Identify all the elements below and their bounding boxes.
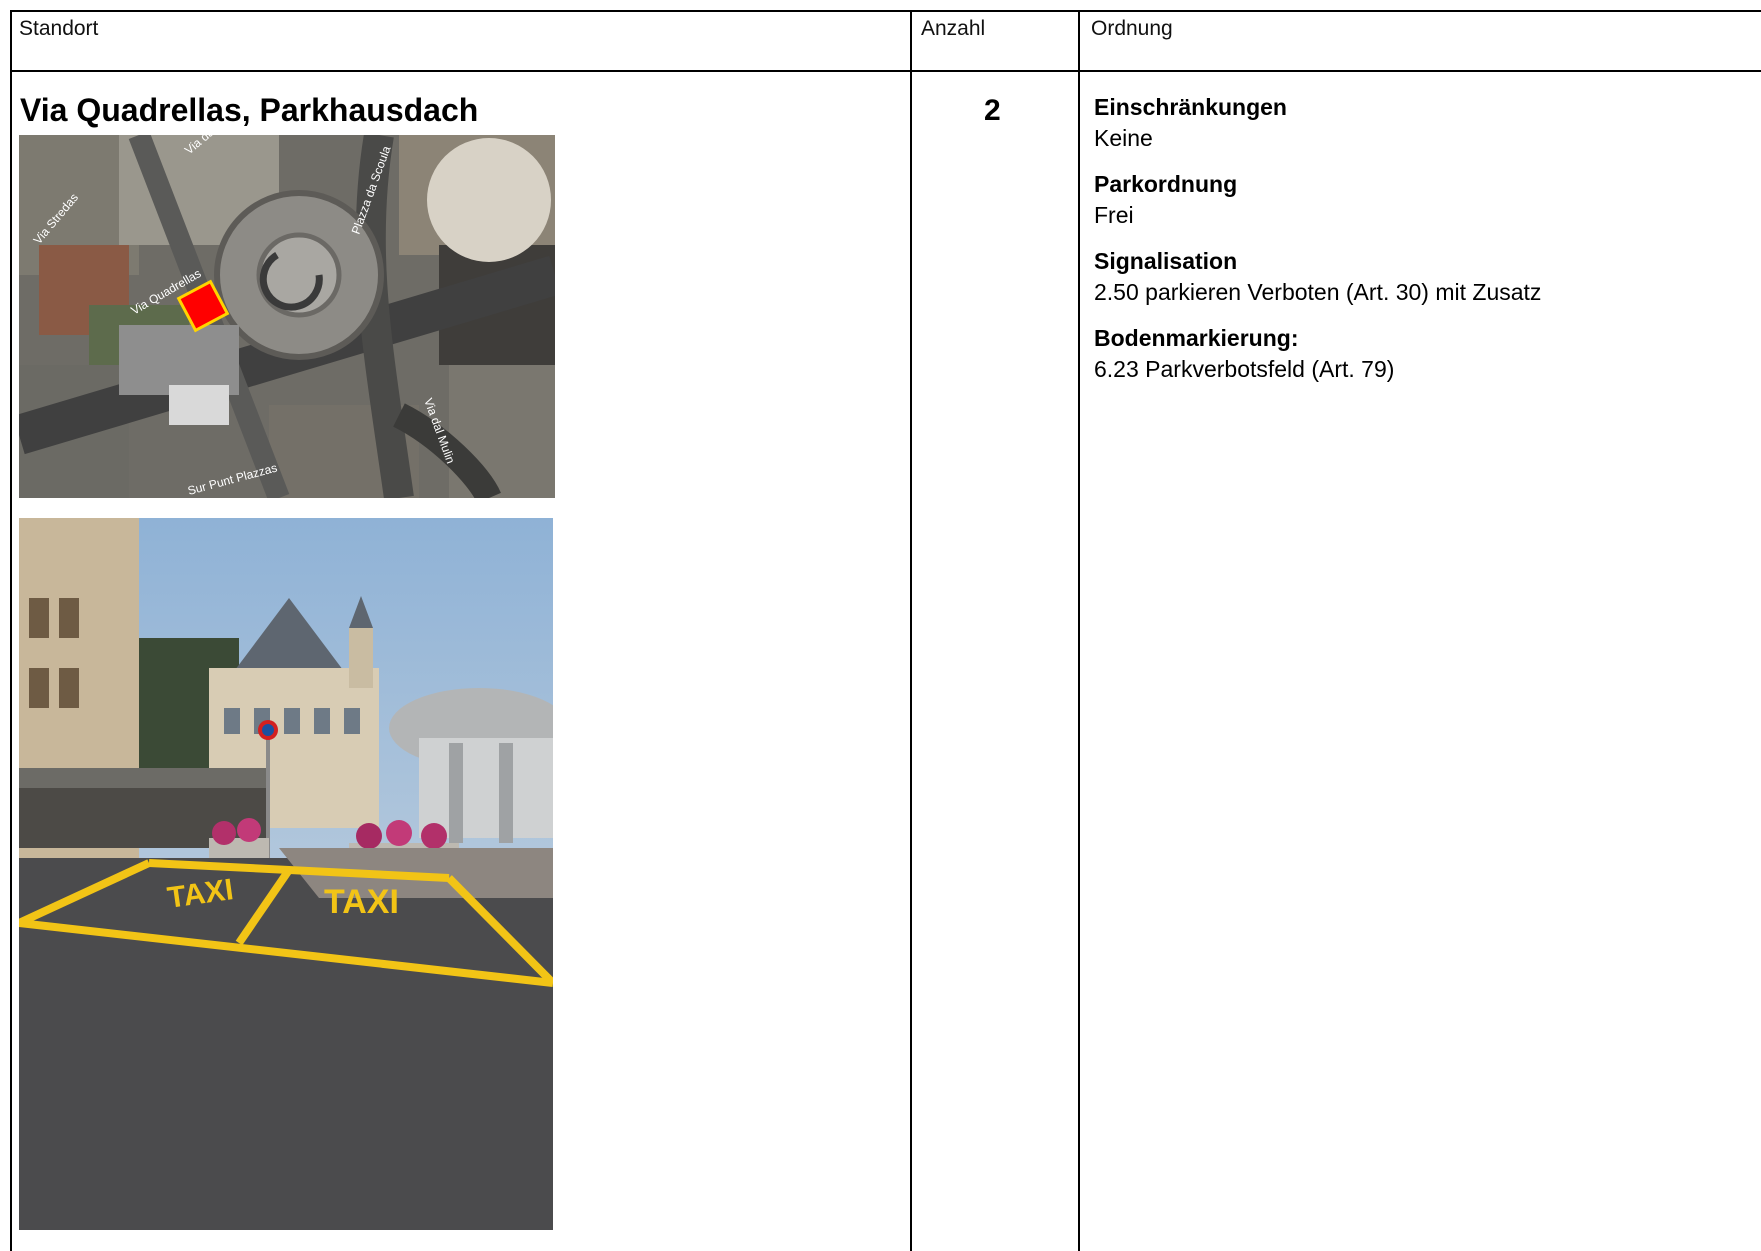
document-page: Standort Anzahl Ordnung Via Quadrellas, … [0, 0, 1761, 1251]
anzahl-value: 2 [984, 94, 1001, 127]
street-photo: TAXI TAXI [19, 518, 553, 1230]
ordnung-value: 2.50 parkieren Verboten (Art. 30) mit Zu… [1094, 279, 1542, 305]
street-photo-svg: TAXI TAXI [19, 518, 553, 1230]
table-border-left [10, 10, 12, 1251]
ordnung-bodenmarkierung: Bodenmarkierung: 6.23 Parkverbotsfeld (A… [1094, 323, 1734, 386]
ordnung-value: Keine [1094, 125, 1153, 151]
header-ordnung: Ordnung [1091, 17, 1173, 40]
ordnung-value: 6.23 Parkverbotsfeld (Art. 79) [1094, 356, 1395, 382]
ordnung-parkordnung: Parkordnung Frei [1094, 169, 1734, 232]
ordnung-einschraenkungen: Einschränkungen Keine [1094, 92, 1734, 155]
ordnung-heading: Bodenmarkierung: [1094, 325, 1299, 351]
aerial-map-svg: Via Stredas Via dal'Alp Via Quadrellas P… [19, 135, 555, 498]
ordnung-details: Einschränkungen Keine Parkordnung Frei S… [1094, 92, 1734, 400]
ordnung-value: Frei [1094, 202, 1134, 228]
taxi-marking-2: TAXI [324, 883, 399, 921]
table-border-top [10, 10, 1761, 12]
header-anzahl: Anzahl [921, 17, 986, 40]
ordnung-heading: Signalisation [1094, 248, 1238, 274]
table-column-divider-1 [910, 10, 912, 1251]
ordnung-signalisation: Signalisation 2.50 parkieren Verboten (A… [1094, 246, 1734, 309]
header-standort: Standort [19, 17, 99, 40]
ordnung-heading: Parkordnung [1094, 171, 1238, 197]
table-header-divider [10, 70, 1761, 72]
aerial-map-image: Via Stredas Via dal'Alp Via Quadrellas P… [19, 135, 555, 498]
table-column-divider-2 [1078, 10, 1080, 1251]
location-title: Via Quadrellas, Parkhausdach [20, 92, 479, 128]
ordnung-heading: Einschränkungen [1094, 94, 1287, 120]
